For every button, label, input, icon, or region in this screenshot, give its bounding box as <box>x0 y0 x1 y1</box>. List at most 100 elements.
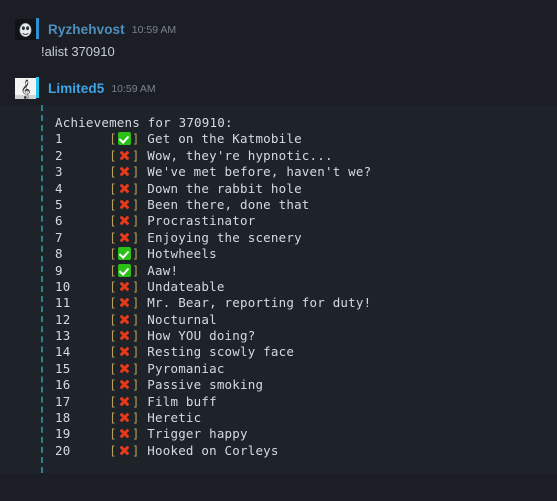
cross-mark-icon <box>118 329 131 342</box>
achievement-label: Pyromaniac <box>139 360 225 376</box>
avatar[interactable] <box>14 18 39 40</box>
achievement-index: 16 <box>55 377 110 393</box>
bracket-close: ] <box>131 360 140 376</box>
achievement-label: Down the rabbit hole <box>139 180 302 196</box>
achievement-index: 20 <box>55 442 110 458</box>
achievement-row: 5 [] Been there, done that <box>55 197 557 213</box>
message-header: 𝄞 Limited5 10:59 AM <box>0 75 557 101</box>
cross-mark-icon <box>118 427 131 440</box>
code-title-line: Achievemens for 370910: <box>55 115 557 131</box>
bracket-open: [ <box>109 328 117 344</box>
bracket-close: ] <box>131 328 140 344</box>
bracket-close: ] <box>131 147 140 163</box>
achievement-label: Procrastinator <box>139 213 256 229</box>
achievement-label: Wow, they're hypnotic... <box>139 147 333 163</box>
bracket-open: [ <box>109 426 117 442</box>
avatar[interactable]: 𝄞 <box>14 77 39 99</box>
achievement-row: 17 [] Film buff <box>55 394 557 410</box>
bracket-open: [ <box>109 311 117 327</box>
achievement-list: Achievemens for 370910: 1 [] Get on the K… <box>41 115 557 459</box>
bracket-close: ] <box>131 311 140 327</box>
achievement-label: Film buff <box>139 393 217 409</box>
bracket-open: [ <box>109 360 117 376</box>
message-gap <box>0 61 557 75</box>
svg-text:𝄞: 𝄞 <box>20 79 30 99</box>
achievement-index: 17 <box>55 393 110 409</box>
achievement-row: 10 [] Undateable <box>55 279 557 295</box>
cross-mark-icon <box>118 444 131 457</box>
check-mark-icon <box>117 132 131 146</box>
cross-mark-icon <box>118 296 131 309</box>
bracket-open: [ <box>109 262 117 278</box>
bracket-close: ] <box>131 164 140 180</box>
bracket-open: [ <box>109 442 117 458</box>
bracket-open: [ <box>109 180 117 196</box>
bracket-close: ] <box>131 442 140 458</box>
bracket-open: [ <box>109 410 117 426</box>
bass-clef-avatar-icon: 𝄞 <box>14 77 36 99</box>
achievement-label: Hotwheels <box>139 246 217 262</box>
bracket-close: ] <box>131 262 140 278</box>
cross-mark-icon <box>118 345 131 358</box>
egg-avatar-icon <box>14 18 36 40</box>
bracket-open: [ <box>109 229 117 245</box>
chat-message[interactable]: 𝄞 Limited5 10:59 AM Achievemens for 3709… <box>0 75 557 474</box>
cross-mark-icon <box>118 411 131 424</box>
bracket-close: ] <box>131 229 140 245</box>
check-mark-icon <box>117 247 131 261</box>
bracket-close: ] <box>131 131 140 147</box>
message-timestamp: 10:59 AM <box>111 83 156 95</box>
achievement-row: 18 [] Heretic <box>55 410 557 426</box>
message-timestamp: 10:59 AM <box>131 24 177 36</box>
bracket-open: [ <box>109 131 117 147</box>
bracket-close: ] <box>131 213 140 229</box>
bracket-close: ] <box>131 180 140 196</box>
achievement-label: Aaw! <box>139 262 179 278</box>
achievement-row: 8 [] Hotwheels <box>55 246 557 262</box>
achievement-label: Enjoying the scenery <box>139 229 302 245</box>
bracket-close: ] <box>131 246 140 262</box>
achievement-index: 10 <box>55 278 110 294</box>
bracket-close: ] <box>131 295 140 311</box>
bracket-close: ] <box>131 426 140 442</box>
message-username[interactable]: Ryzhehvost <box>48 22 125 37</box>
achievement-index: 3 <box>55 164 110 180</box>
cross-mark-icon <box>118 231 131 244</box>
achievement-row: 3 [] We've met before, haven't we? <box>55 164 557 180</box>
top-spacer <box>0 0 557 16</box>
achievement-row: 6 [] Procrastinator <box>55 213 557 229</box>
achievement-row: 1 [] Get on the Katmobile <box>55 131 557 147</box>
code-block: Achievemens for 370910: 1 [] Get on the K… <box>0 105 557 474</box>
quote-bar <box>41 105 43 474</box>
chat-message[interactable]: Ryzhehvost 10:59 AM !alist 370910 <box>0 16 557 61</box>
cross-mark-icon <box>118 165 131 178</box>
cross-mark-icon <box>118 149 131 162</box>
message-username[interactable]: Limited5 <box>48 81 104 96</box>
achievement-label: Nocturnal <box>139 311 217 327</box>
achievement-label: Undateable <box>139 278 225 294</box>
achievement-row: 4 [] Down the rabbit hole <box>55 181 557 197</box>
achievement-index: 7 <box>55 229 110 245</box>
achievement-index: 13 <box>55 328 110 344</box>
achievement-label: Hooked on Corleys <box>139 442 279 458</box>
bracket-open: [ <box>109 196 117 212</box>
cross-mark-icon <box>118 378 131 391</box>
achievement-label: Trigger happy <box>139 426 248 442</box>
bracket-close: ] <box>131 344 140 360</box>
achievement-index: 4 <box>55 180 110 196</box>
bracket-open: [ <box>109 295 117 311</box>
cross-mark-icon <box>118 362 131 375</box>
bracket-open: [ <box>109 164 117 180</box>
achievement-label: Resting scowly face <box>139 344 295 360</box>
achievement-row: 11 [] Mr. Bear, reporting for duty! <box>55 295 557 311</box>
bracket-open: [ <box>109 147 117 163</box>
bracket-close: ] <box>131 410 140 426</box>
achievement-row: 7 [] Enjoying the scenery <box>55 230 557 246</box>
code-block-inner: Achievemens for 370910: 1 [] Get on the K… <box>0 105 557 474</box>
achievement-row: 12 [] Nocturnal <box>55 312 557 328</box>
cross-mark-icon <box>118 214 131 227</box>
achievement-index: 11 <box>55 295 110 311</box>
cross-mark-icon <box>118 182 131 195</box>
achievement-row: 19 [] Trigger happy <box>55 426 557 442</box>
achievement-index: 2 <box>55 147 110 163</box>
